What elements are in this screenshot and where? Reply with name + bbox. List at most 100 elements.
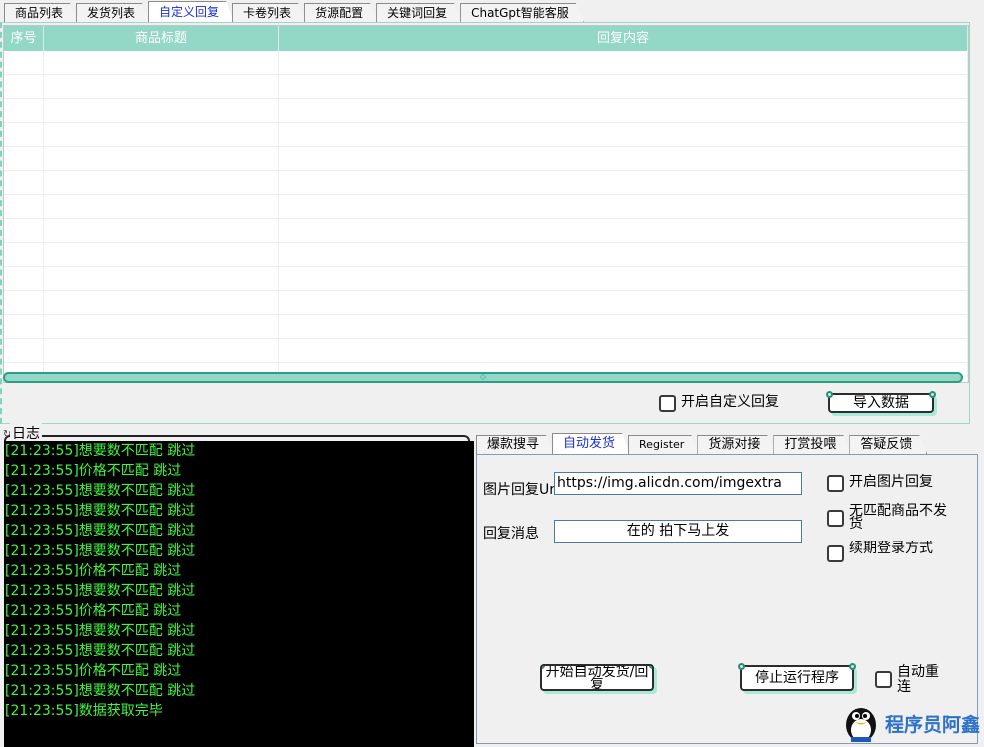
table-row[interactable]: [4, 267, 968, 291]
tab-2[interactable]: 自定义回复: [148, 1, 234, 22]
table-cell[interactable]: [44, 315, 279, 338]
tab-0[interactable]: 商品列表: [4, 3, 78, 22]
table-cell[interactable]: [4, 147, 44, 170]
tab-3[interactable]: 卡卷列表: [232, 3, 306, 22]
table-cell[interactable]: [44, 75, 279, 98]
table-cell[interactable]: [4, 267, 44, 290]
scroll-grip-icon[interactable]: ◇: [479, 373, 487, 381]
log-line: [21:23:55]想要数不匹配 跳过: [5, 643, 196, 659]
log-line: [21:23:55]想要数不匹配 跳过: [5, 523, 196, 539]
table-cell[interactable]: [279, 171, 968, 194]
column-header-title[interactable]: 商品标题: [44, 26, 279, 51]
table-cell[interactable]: [4, 195, 44, 218]
custom-reply-grid[interactable]: 序号 商品标题 回复内容: [3, 25, 969, 383]
table-cell[interactable]: [4, 51, 44, 74]
table-cell[interactable]: [4, 291, 44, 314]
checkbox-box[interactable]: [827, 510, 844, 527]
log-line: [21:23:55]数据获取完毕: [5, 703, 163, 719]
checkbox-box[interactable]: [875, 671, 892, 688]
table-row[interactable]: [4, 99, 968, 123]
table-cell[interactable]: [279, 243, 968, 266]
table-row[interactable]: [4, 147, 968, 171]
checkbox-box[interactable]: [827, 545, 844, 562]
stop-program-button[interactable]: 停止运行程序: [738, 663, 856, 691]
table-cell[interactable]: [44, 219, 279, 242]
image-url-input[interactable]: https://img.alicdn.com/imgextra: [554, 472, 802, 495]
reply-message-input[interactable]: 在的 拍下马上发: [554, 520, 802, 543]
table-cell[interactable]: [44, 123, 279, 146]
table-row[interactable]: [4, 75, 968, 99]
checkbox-box[interactable]: [827, 475, 844, 492]
sub-tab-0[interactable]: 爆款搜寻: [476, 435, 554, 454]
table-cell[interactable]: [44, 99, 279, 122]
table-cell[interactable]: [279, 195, 968, 218]
tab-1[interactable]: 发货列表: [76, 3, 150, 22]
watermark-text: 程序员阿鑫: [884, 713, 980, 736]
enable-custom-reply-checkbox[interactable]: 开启自定义回复: [659, 395, 779, 412]
enable-image-reply-checkbox[interactable]: 开启图片回复: [827, 475, 967, 492]
table-cell[interactable]: [4, 99, 44, 122]
table-cell[interactable]: [279, 267, 968, 290]
table-cell[interactable]: [279, 147, 968, 170]
table-cell[interactable]: [279, 339, 968, 362]
table-row[interactable]: [4, 219, 968, 243]
sub-tab-5[interactable]: 答疑反馈: [849, 435, 927, 454]
grid-body[interactable]: [4, 51, 968, 382]
table-cell[interactable]: [279, 123, 968, 146]
table-cell[interactable]: [4, 171, 44, 194]
no-match-no-ship-checkbox[interactable]: 无匹配商品不发货: [827, 504, 963, 531]
tab-5[interactable]: 关键词回复: [376, 3, 462, 22]
tab-4[interactable]: 货源配置: [304, 3, 378, 22]
sub-tab-bar: 爆款搜寻 自动发货 Register 货源对接 打赏投喂 答疑反馈: [476, 434, 925, 454]
table-row[interactable]: [4, 171, 968, 195]
table-cell[interactable]: [44, 171, 279, 194]
table-row[interactable]: [4, 195, 968, 219]
table-cell[interactable]: [279, 315, 968, 338]
table-cell[interactable]: [44, 147, 279, 170]
table-row[interactable]: [4, 315, 968, 339]
table-cell[interactable]: [4, 75, 44, 98]
log-line: [21:23:55]想要数不匹配 跳过: [5, 623, 196, 639]
table-cell[interactable]: [4, 123, 44, 146]
table-row[interactable]: [4, 123, 968, 147]
sub-tab-4[interactable]: 打赏投喂: [773, 435, 851, 454]
column-header-reply[interactable]: 回复内容: [279, 26, 968, 51]
tab-6[interactable]: ChatGpt智能客服: [460, 3, 584, 22]
table-cell[interactable]: [4, 219, 44, 242]
horizontal-scrollbar[interactable]: ◇: [3, 372, 963, 383]
table-cell[interactable]: [44, 243, 279, 266]
log-line: [21:23:55]想要数不匹配 跳过: [5, 483, 196, 499]
table-cell[interactable]: [4, 315, 44, 338]
checkbox-box[interactable]: [659, 395, 676, 412]
sub-tab-3[interactable]: 货源对接: [697, 435, 775, 454]
start-auto-ship-button[interactable]: 开始自动发货/回复: [540, 664, 654, 691]
table-cell[interactable]: [4, 339, 44, 362]
sub-tab-2[interactable]: Register: [628, 435, 699, 454]
login-mode-checkbox[interactable]: 续期登录方式: [827, 541, 963, 563]
auto-reconnect-checkbox[interactable]: 自动重连: [875, 665, 955, 695]
import-data-button[interactable]: 导入数据: [826, 391, 936, 413]
table-row[interactable]: [4, 291, 968, 315]
table-cell[interactable]: [4, 243, 44, 266]
table-cell[interactable]: [44, 267, 279, 290]
column-header-index[interactable]: 序号: [4, 26, 44, 51]
reply-message-label: 回复消息: [483, 526, 539, 542]
login-mode-label: 续期登录方式: [849, 541, 933, 556]
table-cell[interactable]: [44, 291, 279, 314]
log-line: [21:23:55]想要数不匹配 跳过: [5, 543, 196, 559]
table-cell[interactable]: [44, 339, 279, 362]
table-row[interactable]: [4, 243, 968, 267]
stop-program-label: 停止运行程序: [755, 670, 839, 686]
table-cell[interactable]: [279, 291, 968, 314]
table-cell[interactable]: [44, 51, 279, 74]
table-row[interactable]: [4, 51, 968, 75]
table-cell[interactable]: [279, 75, 968, 98]
sub-tab-1[interactable]: 自动发货: [552, 433, 630, 454]
log-output[interactable]: [21:23:55]想要数不匹配 跳过 [21:23:55]价格不匹配 跳过 [21…: [4, 441, 474, 747]
table-cell[interactable]: [279, 219, 968, 242]
table-cell[interactable]: [279, 99, 968, 122]
table-cell[interactable]: [279, 51, 968, 74]
table-cell[interactable]: [44, 195, 279, 218]
log-line: [21:23:55]想要数不匹配 跳过: [5, 683, 196, 699]
table-row[interactable]: [4, 339, 968, 363]
